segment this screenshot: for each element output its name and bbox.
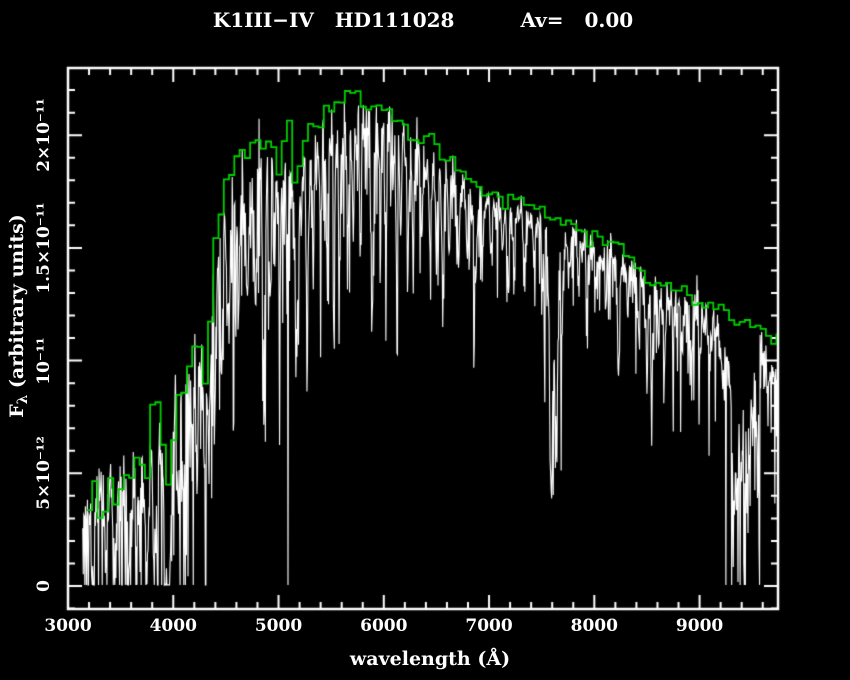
y-axis-label-symbol: F — [6, 404, 28, 418]
x-axis-label: wavelength (Å) — [349, 648, 511, 670]
y-tick-label: 1.5×10⁻¹¹ — [34, 202, 54, 294]
y-axis-label-units: (arbitrary units) — [6, 214, 28, 395]
y-tick-label: 0 — [34, 580, 54, 592]
plot-title: K1III−IV HD111028 Av= 0.00 — [68, 8, 778, 32]
x-tick-label: 9000 — [675, 616, 724, 636]
y-tick-label: 10⁻¹¹ — [34, 336, 54, 385]
x-tick-label: 3000 — [44, 616, 92, 636]
x-tick-label: 5000 — [254, 616, 303, 636]
x-tick-label: 4000 — [149, 616, 197, 636]
y-tick-label: 2×10⁻¹¹ — [34, 98, 54, 172]
y-axis-label-subscript: λ — [15, 394, 32, 405]
y-axis-label: Fλ (arbitrary units) — [6, 214, 32, 418]
x-tick-label: 8000 — [570, 616, 618, 636]
title-spectral-type-and-star: K1III−IV HD111028 — [212, 8, 455, 32]
x-tick-label: 6000 — [360, 616, 408, 636]
spectrum-plot-canvas — [0, 0, 850, 680]
x-tick-label: 7000 — [465, 616, 513, 636]
title-extinction-value: Av= 0.00 — [520, 8, 634, 32]
spectral-plot-figure: K1III−IV HD111028 Av= 0.00 3000 4000 500… — [0, 0, 850, 680]
y-tick-label: 5×10⁻¹² — [34, 436, 54, 511]
